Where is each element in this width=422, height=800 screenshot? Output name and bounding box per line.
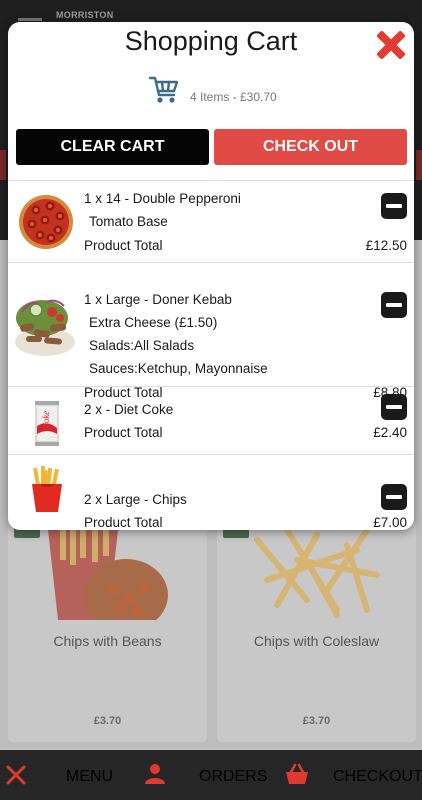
- nav-orders-label: ORDERS: [199, 768, 268, 785]
- basket-icon[interactable]: [284, 763, 310, 790]
- product-price: £3.70: [302, 715, 331, 727]
- product-card[interactable]: Chips with Beans £3.70: [8, 520, 207, 742]
- item-total-value: £12.50: [365, 238, 407, 253]
- item-total-value: £7.00: [373, 515, 407, 530]
- cart-title: Shopping Cart: [124, 26, 298, 56]
- item-option: Tomato Base: [89, 214, 168, 229]
- option-value: Ketchup, Mayonnaise: [137, 361, 268, 376]
- pizza-image: [18, 194, 74, 255]
- header-accent: [0, 150, 6, 180]
- option-label: Sauces:: [89, 361, 138, 376]
- cart-summary-text: 4 Items - £30.70: [190, 90, 277, 104]
- coke-can-image: Coke: [34, 398, 60, 453]
- chips-image: [30, 466, 64, 517]
- clear-cart-button[interactable]: CLEAR CART: [16, 129, 209, 165]
- close-icon[interactable]: [373, 27, 409, 63]
- item-title: 1 x 14 - Double Pepperoni: [84, 191, 241, 206]
- item-option: Extra Cheese (£1.50): [89, 315, 218, 330]
- item-title: 1 x Large - Doner Kebab: [84, 292, 232, 307]
- remove-item-button[interactable]: [381, 394, 407, 420]
- item-title: 2 x - Diet Coke: [84, 402, 174, 417]
- item-option: Sauces:Ketchup, Mayonnaise: [89, 361, 268, 376]
- product-card[interactable]: Chips with Coleslaw £3.70: [217, 520, 416, 742]
- item-total-label: Product Total: [84, 515, 163, 530]
- nav-orders-button[interactable]: ORDERS: [199, 768, 267, 786]
- option-value: All Salads: [134, 338, 195, 353]
- shopping-cart-modal: Shopping Cart 4 Items - £30.70 CLEAR CAR…: [8, 22, 414, 530]
- shopping-cart-icon: [148, 74, 180, 111]
- item-title: 2 x Large - Chips: [84, 492, 187, 507]
- remove-item-button[interactable]: [381, 292, 407, 318]
- nav-checkout-label: CHECKOUT: [333, 768, 422, 785]
- nav-menu-label: MENU: [66, 768, 114, 785]
- cart-item: 1 x 14 - Double Pepperoni Tomato Base Pr…: [8, 180, 414, 262]
- app-logo: MORRISTON: [56, 10, 114, 20]
- nav-menu-button[interactable]: MENU: [66, 768, 113, 786]
- remove-item-button[interactable]: [381, 193, 407, 219]
- cart-item: 2 x Large - Chips Product Total £7.00: [8, 454, 414, 530]
- remove-item-button[interactable]: [381, 484, 407, 510]
- product-price: £3.70: [93, 715, 122, 727]
- product-name: Chips with Beans: [53, 633, 162, 649]
- svg-text:Coke: Coke: [41, 411, 51, 430]
- cart-item: 1 x Large - Doner Kebab Extra Cheese (£1…: [8, 262, 414, 400]
- user-icon[interactable]: [144, 763, 166, 790]
- item-option: Salads:All Salads: [89, 338, 194, 353]
- header-accent: [416, 150, 422, 180]
- product-name: Chips with Coleslaw: [253, 633, 380, 649]
- option-label: Salads:: [89, 338, 135, 353]
- checkout-button[interactable]: CHECK OUT: [214, 129, 407, 165]
- kebab-image: [12, 290, 78, 365]
- item-total-label: Product Total: [84, 425, 163, 440]
- item-total-label: Product Total: [84, 238, 163, 253]
- item-total-value: £2.40: [373, 425, 407, 440]
- cart-item: Coke 2 x - Diet Coke Product Total £2.40: [8, 386, 414, 454]
- nav-checkout-button[interactable]: CHECKOUT: [333, 768, 422, 786]
- cart-summary: 4 Items - £30.70: [8, 74, 414, 106]
- cutlery-icon[interactable]: [4, 763, 28, 792]
- bottom-nav: MENU ORDERS CHECKOUT: [0, 750, 422, 800]
